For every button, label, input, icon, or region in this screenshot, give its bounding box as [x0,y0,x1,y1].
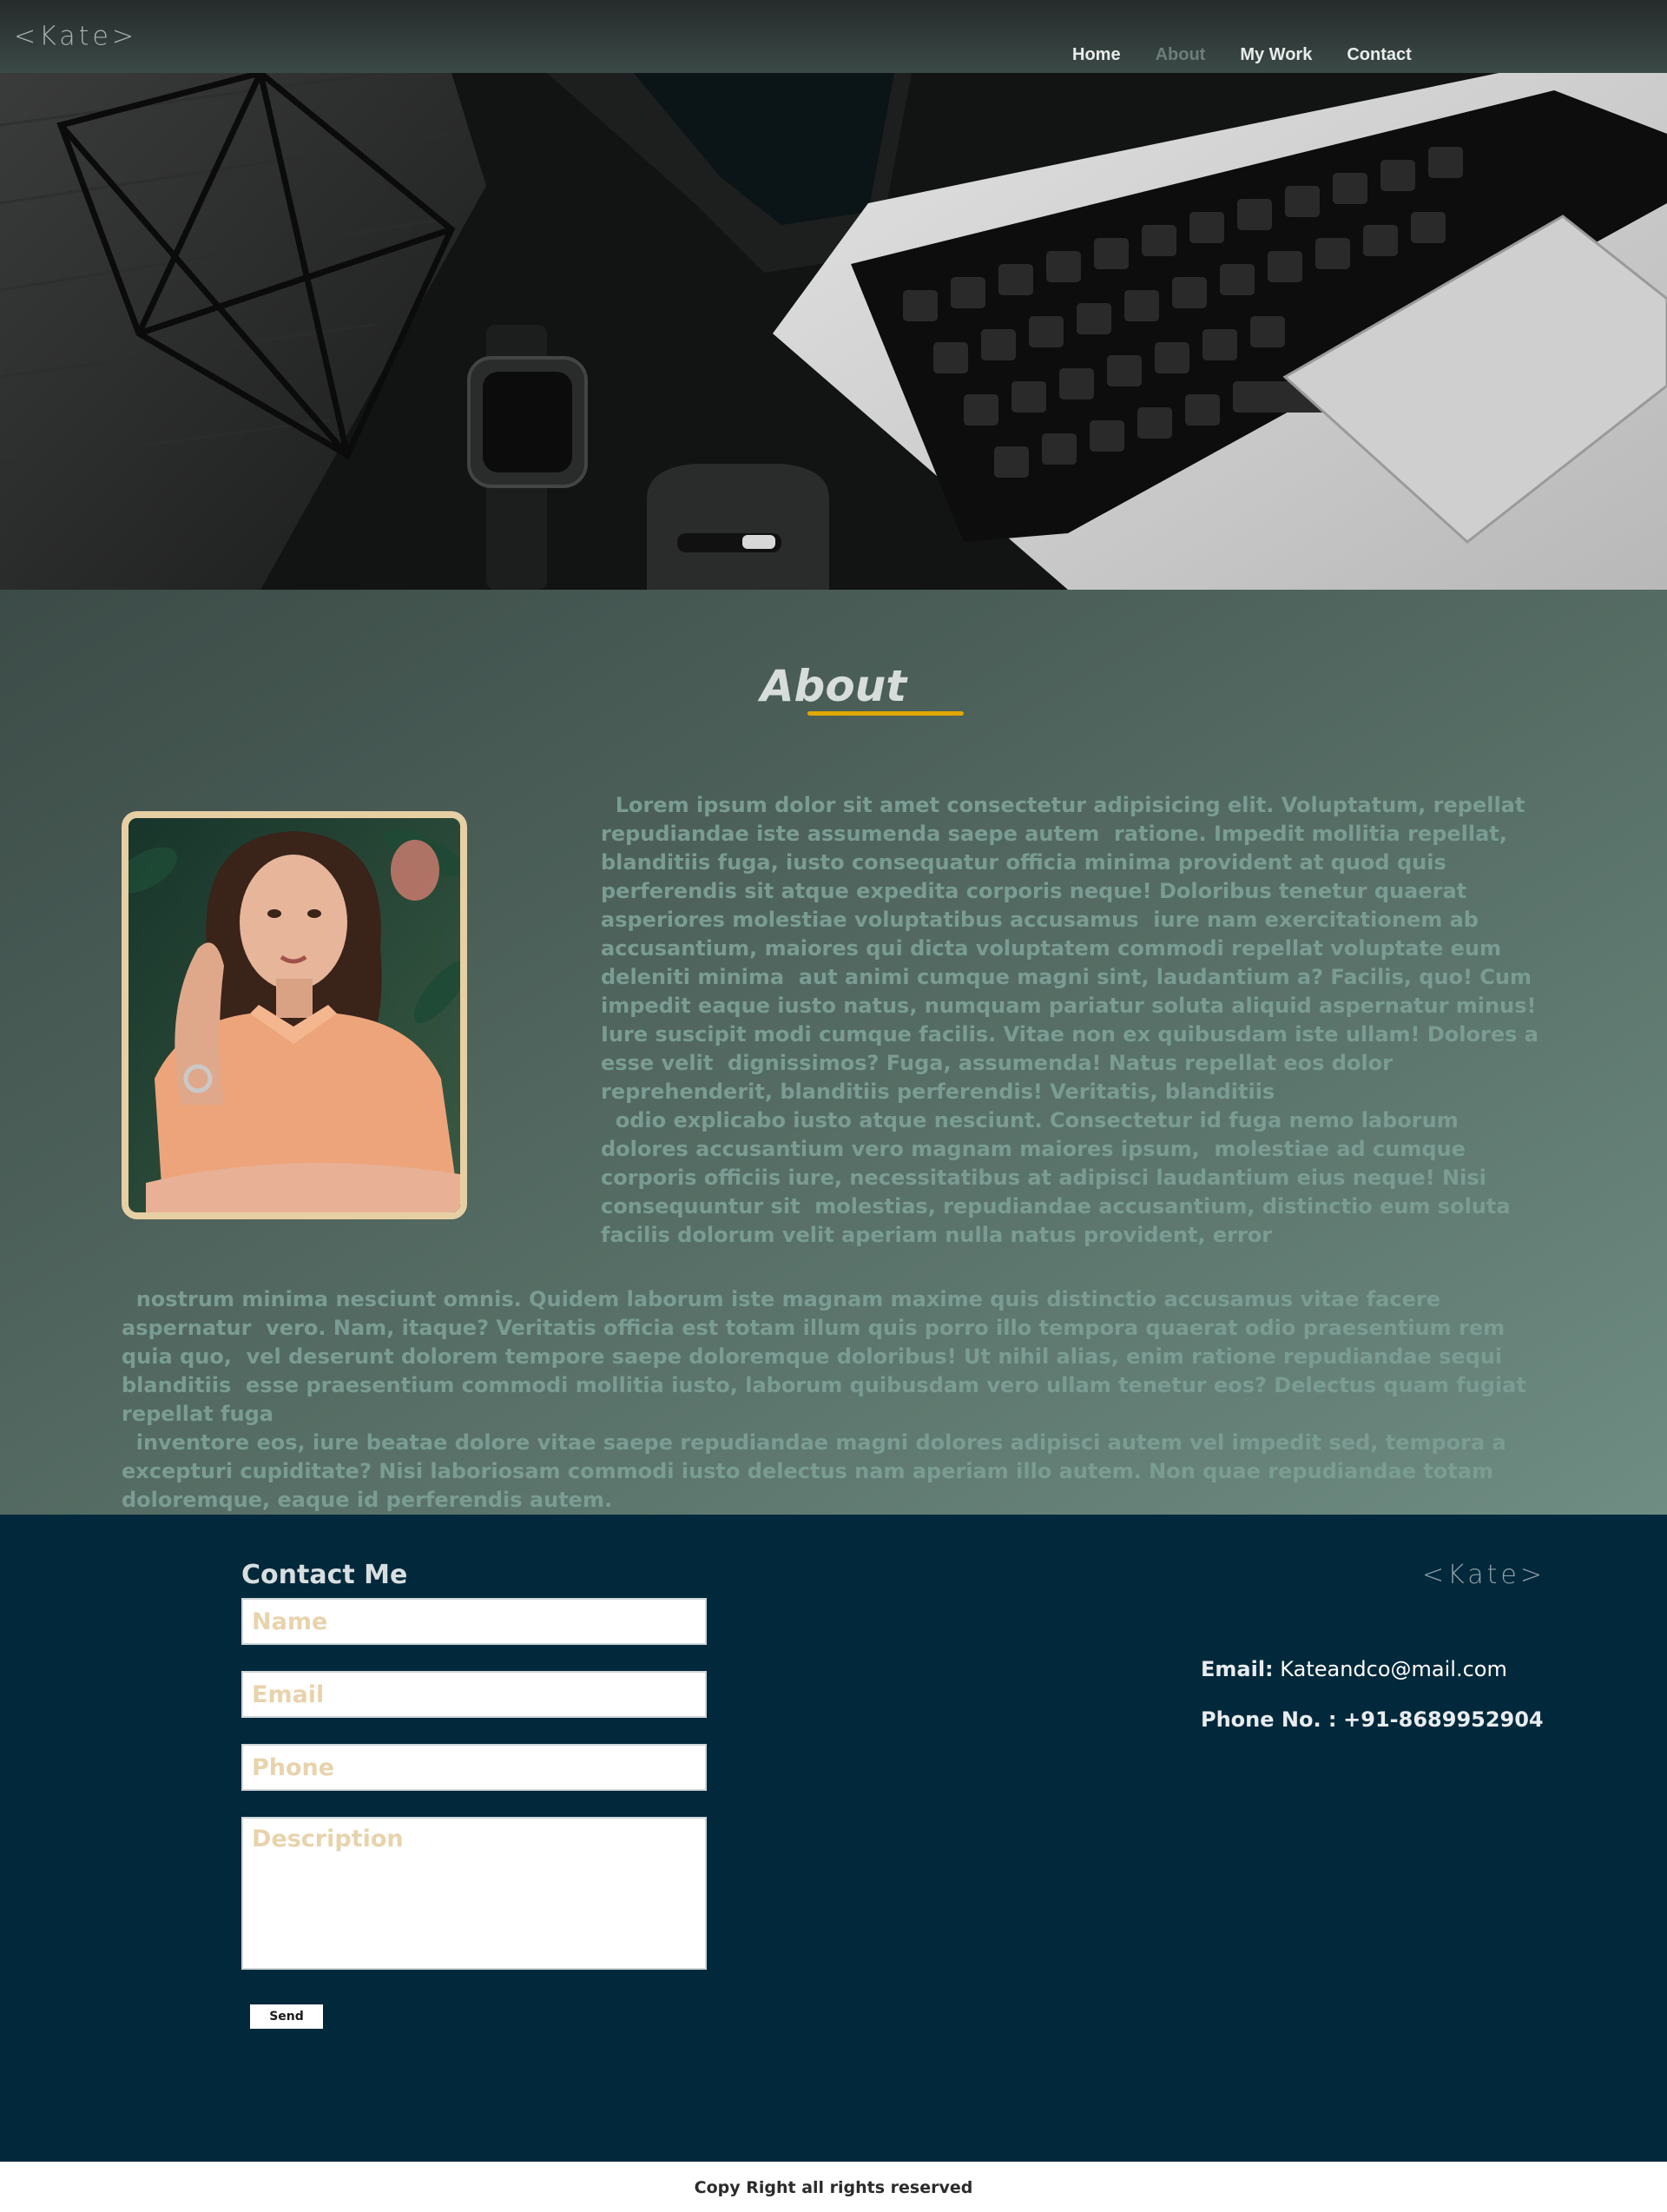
about-section: About Lorem ipsum dolor sit amet consect… [0,590,1667,1515]
phone-label: Phone No. : [1201,1707,1337,1732]
contact-section: Contact Me Send <Kate> Email: Kateandco@… [0,1515,1667,2162]
footer-logo: <Kate> [1421,1560,1545,1590]
name-field[interactable] [241,1598,707,1645]
contact-title: Contact Me [241,1560,408,1590]
profile-portrait-illustration [128,818,460,1212]
about-title: About [760,661,907,711]
contact-email: Email: Kateandco@mail.com [1201,1657,1507,1681]
nav-link-home[interactable]: Home [1072,45,1121,65]
nav-links: Home About My Work Contact [1072,45,1446,65]
navbar: <Kate> Home About My Work Contact [0,0,1667,73]
email-value: Kateandco@mail.com [1280,1657,1507,1681]
about-paragraph-2: nostrum minima nesciunt omnis. Quidem la… [122,1287,1526,1512]
about-title-underline [807,711,964,716]
about-paragraph-1: Lorem ipsum dolor sit amet consectetur a… [601,793,1539,1247]
nav-link-about[interactable]: About [1156,45,1206,65]
nav-link-my-work[interactable]: My Work [1240,45,1312,65]
copyright-text: Copy Right all rights reserved [0,2162,1667,2212]
hero-image [0,73,1667,590]
contact-phone: Phone No. : +91-8689952904 [1201,1707,1544,1732]
email-label: Email: [1201,1657,1274,1681]
phone-field[interactable] [241,1744,707,1791]
site-logo[interactable]: <Kate> [14,22,137,52]
profile-photo [122,811,467,1219]
email-field[interactable] [241,1671,707,1718]
phone-value: +91-8689952904 [1343,1707,1544,1732]
send-button[interactable]: Send [250,2004,323,2029]
hero-desk-illustration [0,73,1667,590]
description-field[interactable] [241,1817,707,1970]
nav-link-contact[interactable]: Contact [1347,45,1411,65]
